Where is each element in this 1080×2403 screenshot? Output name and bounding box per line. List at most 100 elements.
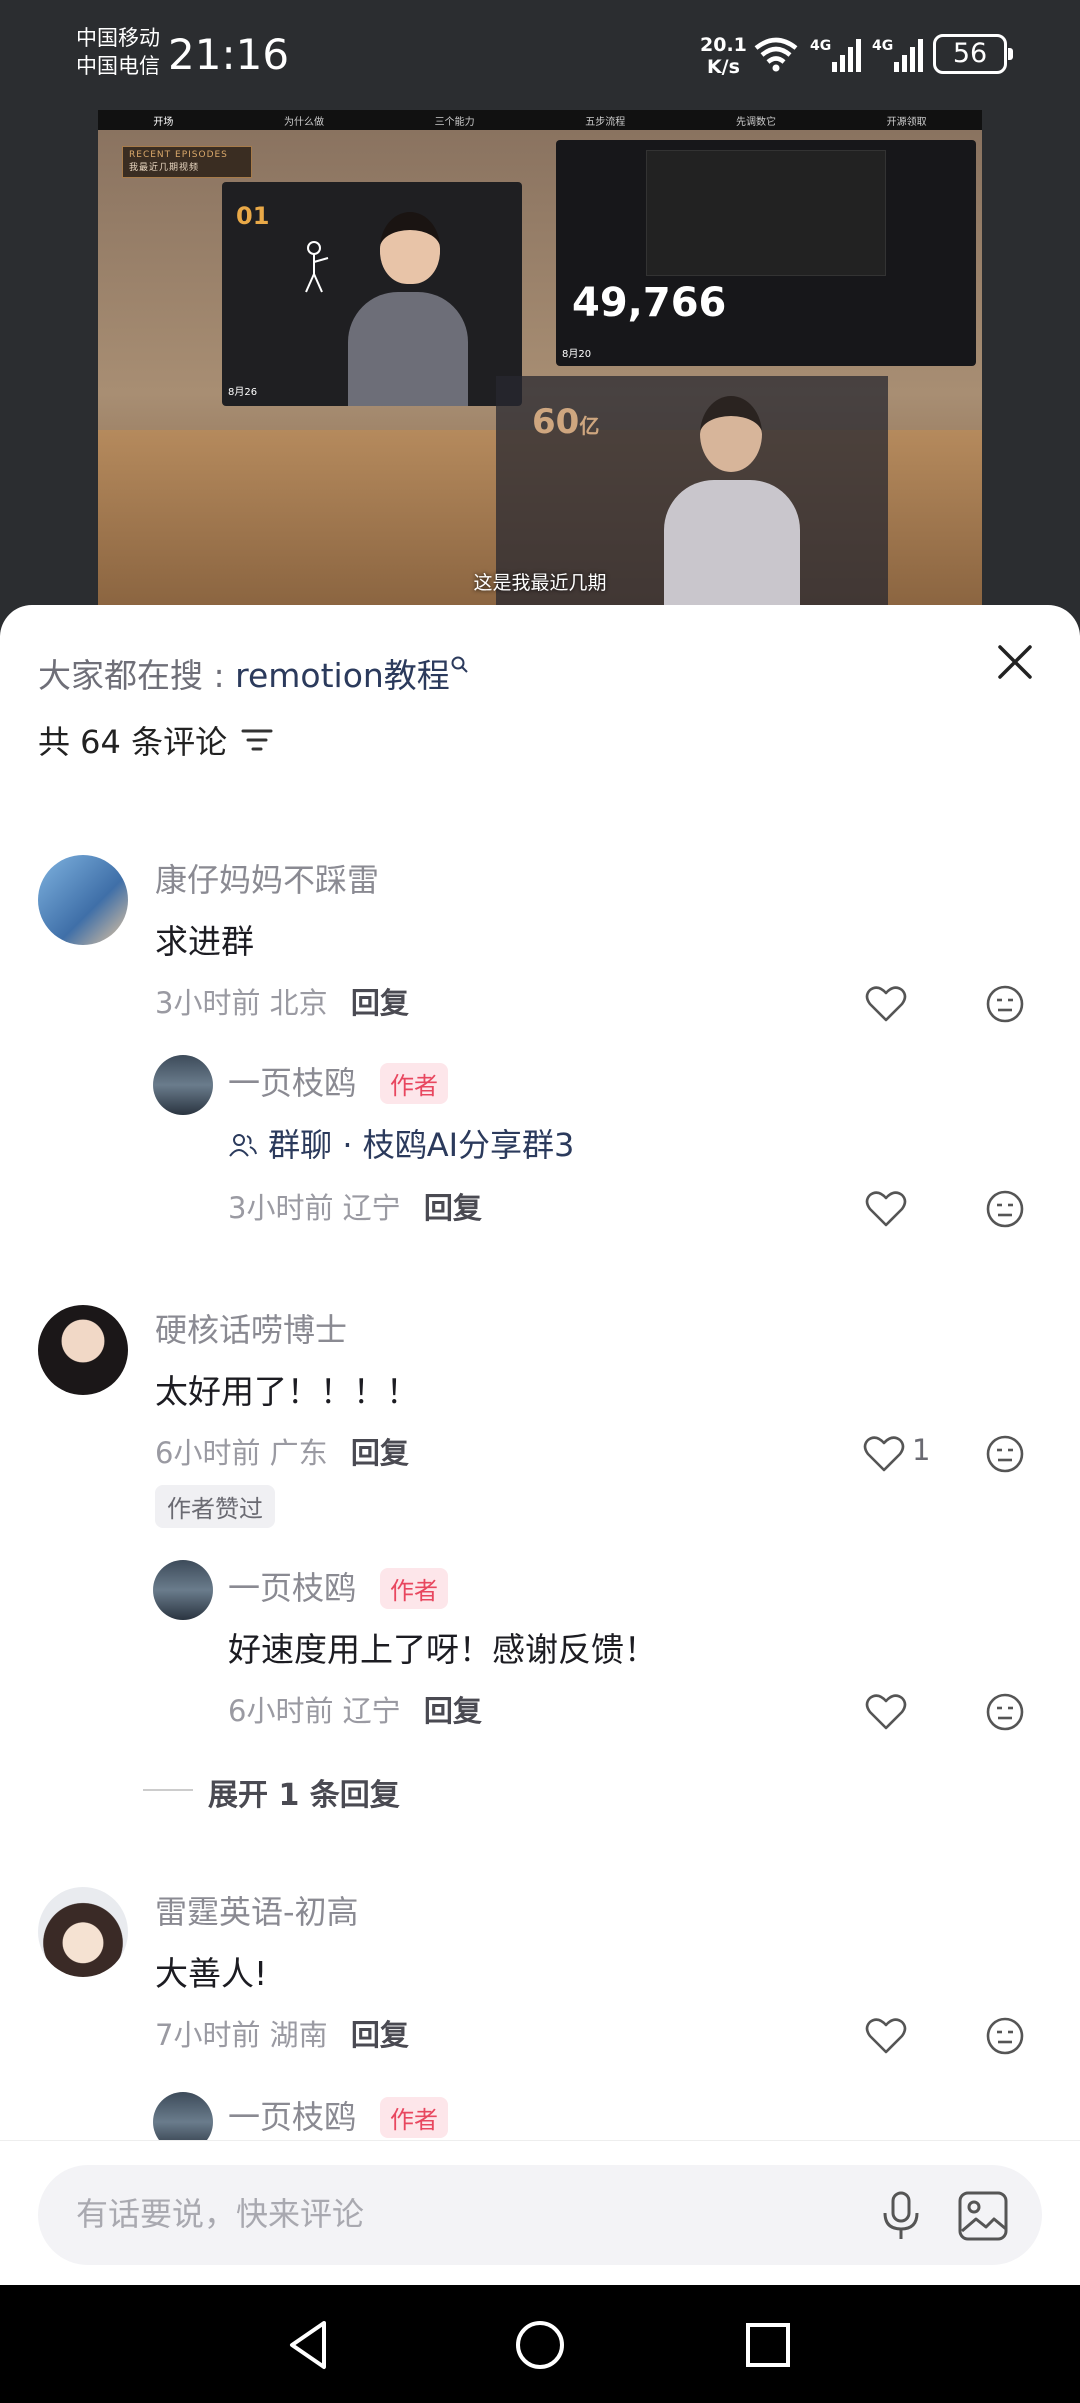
- wifi-icon: [754, 37, 798, 72]
- reply-username[interactable]: 一页枝鸥: [228, 1563, 356, 1609]
- avatar[interactable]: [38, 1887, 128, 1977]
- comment-item: 硬核话唠博士 太好用了！！！！ 6小时前 广东 回复 1 作者赞过 一页枝鸥 作…: [0, 1305, 1080, 1865]
- reply-time: 6小时前: [228, 1694, 334, 1728]
- system-nav-bar: [0, 2285, 1080, 2403]
- comment-item: 雷霆英语-初高 大善人! 7小时前 湖南 回复 一页枝鸥 作者: [0, 1882, 1080, 2152]
- comment-meta: 7小时前 湖南 回复: [155, 2012, 409, 2054]
- microphone-icon[interactable]: [876, 2189, 926, 2243]
- emoji-icon[interactable]: [983, 982, 1027, 1026]
- heart-icon[interactable]: [864, 2014, 908, 2058]
- net-speed: 20.1 K/s: [700, 34, 747, 78]
- episode-card-number: 49,766: [572, 280, 727, 326]
- comment-input-container[interactable]: [38, 2165, 1042, 2265]
- stick-figure-icon: [305, 241, 329, 293]
- expand-replies-button[interactable]: 展开 1 条回复: [208, 1770, 400, 1814]
- group-chat-icon: [229, 1134, 257, 1157]
- episode-card-number: 01: [236, 202, 270, 230]
- avatar[interactable]: [38, 1305, 128, 1395]
- presenter-image: [342, 212, 472, 406]
- comment-sheet: 大家都在搜 : remotion教程 共 64 条评论 康仔妈妈不踩雷 求进群 …: [0, 605, 1080, 2285]
- comment-location: 广东: [269, 1436, 328, 1470]
- emoji-icon[interactable]: [983, 2014, 1027, 2058]
- comment-username[interactable]: 硬核话唠博士: [155, 1305, 347, 1351]
- comment-username[interactable]: 雷霆英语-初高: [155, 1887, 359, 1933]
- episode-card-2: 49,766 8月20: [556, 140, 976, 366]
- expand-divider: [143, 1789, 193, 1791]
- author-badge: 作者: [380, 2097, 448, 2138]
- heart-icon[interactable]: [862, 1432, 906, 1476]
- reply-meta: 6小时前 辽宁 回复: [228, 1688, 482, 1730]
- author-badge: 作者: [380, 1568, 448, 1609]
- video-nav-tab: 三个能力: [434, 116, 475, 128]
- reply-button[interactable]: 回复: [424, 1191, 482, 1225]
- search-icon: [451, 656, 468, 673]
- comment-location: 北京: [269, 986, 328, 1020]
- avatar[interactable]: [153, 1560, 213, 1620]
- heart-icon[interactable]: [864, 1187, 908, 1231]
- reply-meta: 3小时前 辽宁 回复: [228, 1185, 482, 1227]
- status-bar: 中国移动 中国电信 21:16 20.1 K/s 4G 4G 56: [0, 0, 1080, 110]
- reply-username[interactable]: 一页枝鸥: [228, 2092, 356, 2138]
- comment-item: 康仔妈妈不踩雷 求进群 3小时前 北京 回复 一页枝鸥 作者 群聊 · 枝鸥AI…: [0, 850, 1080, 1250]
- avatar[interactable]: [153, 1055, 213, 1115]
- emoji-icon[interactable]: [983, 1187, 1027, 1231]
- carrier-1: 中国移动: [76, 26, 160, 50]
- video-badge-subtitle: 我最近几期视频: [129, 163, 200, 173]
- clock: 21:16: [168, 30, 290, 79]
- reply-button[interactable]: 回复: [424, 1694, 482, 1728]
- video-nav-tab: 为什么做: [283, 116, 324, 128]
- heart-icon[interactable]: [864, 982, 908, 1026]
- close-icon[interactable]: [990, 637, 1040, 687]
- comment-meta: 3小时前 北京 回复: [155, 980, 409, 1022]
- reply-time: 3小时前: [228, 1191, 334, 1225]
- search-suggestion-prefix: 大家都在搜 :: [38, 656, 236, 695]
- video-badge-title: RECENT EPISODES: [129, 150, 228, 160]
- signal-icon: 4G: [810, 38, 861, 72]
- episode-card-1: 01 8月26: [222, 182, 522, 406]
- home-icon[interactable]: [510, 2315, 570, 2375]
- image-icon[interactable]: [956, 2189, 1010, 2243]
- carrier-2: 中国电信: [76, 54, 160, 78]
- reply-username[interactable]: 一页枝鸥: [228, 1058, 356, 1104]
- comment-input[interactable]: [76, 2191, 856, 2237]
- reply-button[interactable]: 回复: [351, 986, 409, 1020]
- video-nav-tab: 开场: [153, 116, 174, 128]
- net-speed-value: 20.1: [700, 34, 747, 56]
- avatar[interactable]: [38, 855, 128, 945]
- video-player[interactable]: 开场 为什么做 三个能力 五步流程 先调数它 开源领取 RECENT EPISO…: [98, 110, 982, 610]
- author-liked-badge: 作者赞过: [155, 1485, 275, 1528]
- emoji-icon[interactable]: [983, 1690, 1027, 1734]
- video-nav-tab: 五步流程: [585, 116, 626, 128]
- reply-location: 辽宁: [342, 1191, 401, 1225]
- emoji-icon[interactable]: [983, 1432, 1027, 1476]
- search-suggestion[interactable]: 大家都在搜 : remotion教程: [38, 649, 470, 697]
- sort-filter-icon[interactable]: [240, 725, 274, 755]
- episode-card-screenshot: [646, 150, 886, 276]
- search-suggestion-keyword[interactable]: remotion教程: [235, 656, 450, 695]
- screen: 中国移动 中国电信 21:16 20.1 K/s 4G 4G 56 开场 为什么…: [0, 0, 1080, 2403]
- video-badge: RECENT EPISODES 我最近几期视频: [122, 146, 252, 178]
- comment-time: 7小时前: [155, 2018, 261, 2052]
- video-subtitle: 这是我最近几期: [473, 572, 607, 594]
- video-nav-tab: 先调数它: [735, 116, 776, 128]
- recents-icon[interactable]: [738, 2315, 798, 2375]
- comment-username[interactable]: 康仔妈妈不踩雷: [155, 855, 379, 901]
- group-chat-link[interactable]: 群聊 · 枝鸥AI分享群3: [228, 1120, 574, 1166]
- author-badge: 作者: [380, 1063, 448, 1104]
- episode-card-date: 8月26: [228, 387, 258, 398]
- heart-icon[interactable]: [864, 1690, 908, 1734]
- reply-button[interactable]: 回复: [351, 2018, 409, 2052]
- comment-location: 湖南: [269, 2018, 328, 2052]
- comment-text[interactable]: 大善人!: [155, 1947, 267, 1995]
- reply-button[interactable]: 回复: [351, 1436, 409, 1470]
- group-chat-label: 群聊 · 枝鸥AI分享群3: [268, 1126, 575, 1164]
- video-nav-tab: 开源领取: [886, 116, 927, 128]
- signal-icon: 4G: [872, 38, 923, 72]
- back-icon[interactable]: [280, 2315, 340, 2375]
- carriers: 中国移动 中国电信: [76, 24, 160, 80]
- video-nav-bar: 开场 为什么做 三个能力 五步流程 先调数它 开源领取: [98, 110, 982, 130]
- comment-text[interactable]: 太好用了！！！！: [155, 1365, 419, 1413]
- comment-text[interactable]: 求进群: [155, 915, 254, 963]
- reply-text[interactable]: 好速度用上了呀！感谢反馈！: [228, 1623, 657, 1671]
- episode-card-number: 60亿: [532, 402, 600, 442]
